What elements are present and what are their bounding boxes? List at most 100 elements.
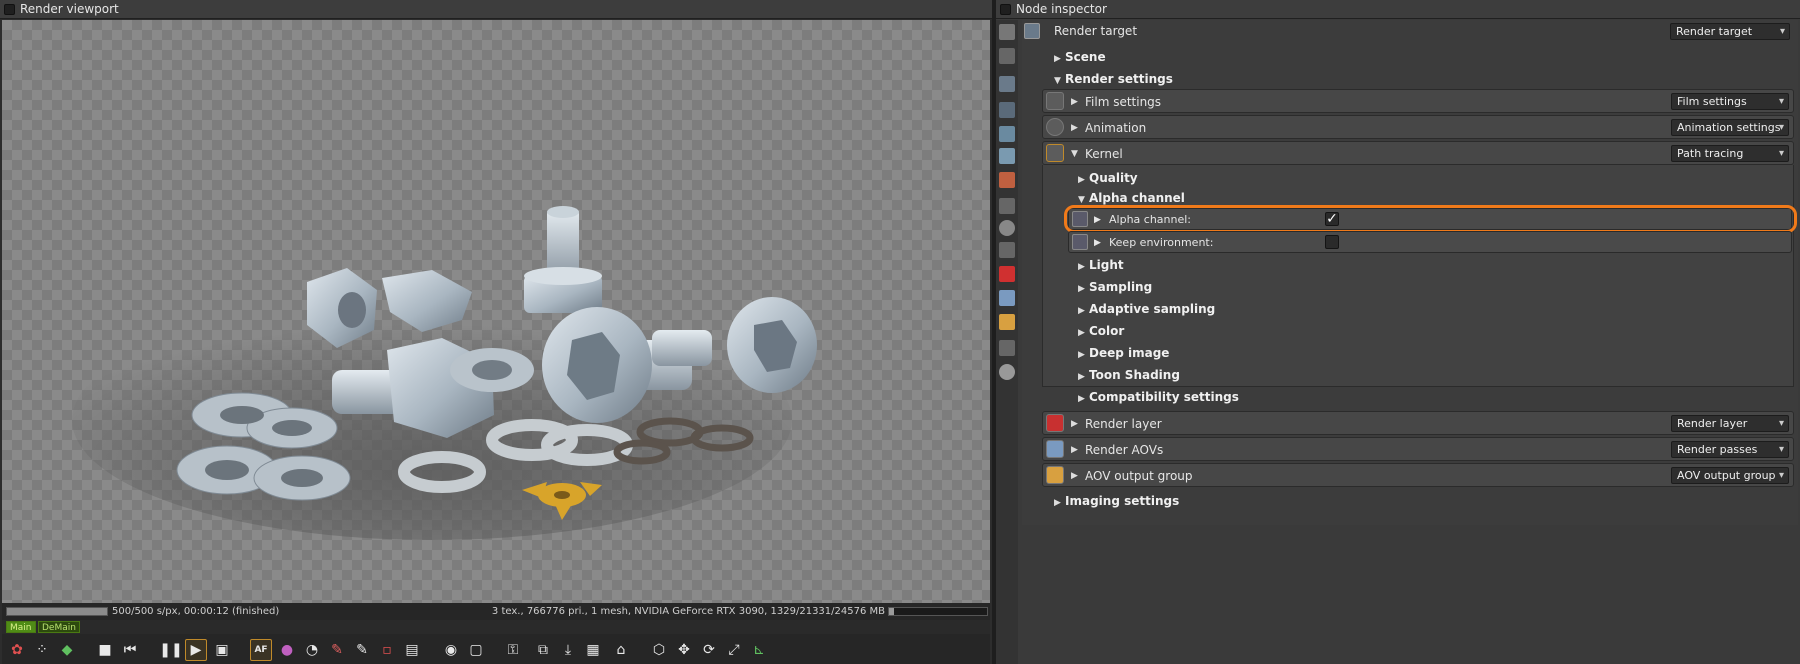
white-balance-picker-icon[interactable]: ✎ xyxy=(326,639,348,661)
tab-main[interactable]: Main xyxy=(6,621,36,633)
rotate-icon[interactable]: ⟳ xyxy=(698,639,720,661)
memory-usage-bar xyxy=(888,607,988,616)
collapse-icon[interactable] xyxy=(999,48,1015,64)
group-light[interactable]: ▶ Light xyxy=(1078,254,1124,276)
film-region-icon[interactable]: ▢ xyxy=(465,639,487,661)
group-toon-shading-label: Toon Shading xyxy=(1089,368,1180,382)
expand-all-icon[interactable] xyxy=(999,24,1015,40)
box-icon[interactable]: ⬡ xyxy=(648,639,670,661)
group-color[interactable]: ▶ Color xyxy=(1078,320,1124,342)
film-settings-icon xyxy=(1046,92,1064,110)
group-compatibility[interactable]: ▶ Compatibility settings xyxy=(1078,386,1239,408)
section-imaging-settings[interactable]: ▶ Imaging settings xyxy=(1054,490,1179,512)
group-alpha-channel-label: Alpha channel xyxy=(1089,191,1185,205)
node-aov-output-group[interactable]: ▶ AOV output group AOV output group xyxy=(1042,463,1794,487)
object-picker-icon[interactable]: ▫ xyxy=(376,639,398,661)
render-passes-dropdown[interactable]: Render passes xyxy=(1671,441,1789,458)
viewport-toolbar: ✿ ⁘ ◆ ■ ⏮ ❚❚ ▶ ▣ AF ● ◔ ✎ ✎ ▫ ▤ ◉ ▢ ⚿ ⧉ … xyxy=(2,634,990,664)
keep-environment-checkbox[interactable] xyxy=(1325,235,1339,249)
expand-arrow-icon: ▶ xyxy=(1054,54,1061,64)
expand-arrow-icon: ▶ xyxy=(1078,328,1085,338)
inspector-quick-access-bar xyxy=(996,20,1018,664)
group-quality-label: Quality xyxy=(1089,171,1138,185)
environment-icon[interactable] xyxy=(999,148,1015,164)
panel-menu-icon[interactable] xyxy=(1000,4,1011,15)
film-settings-icon[interactable] xyxy=(999,198,1015,214)
display-icon[interactable]: ▣ xyxy=(211,639,233,661)
postprocess-icon[interactable] xyxy=(999,364,1015,380)
camera-icon[interactable] xyxy=(999,102,1015,118)
start-icon[interactable]: ▶ xyxy=(185,639,207,661)
rendered-bolts-image xyxy=(72,206,817,540)
keep-environment-label: Keep environment: xyxy=(1109,236,1214,249)
focus-picker-icon[interactable]: ◔ xyxy=(301,639,323,661)
aov-output-dropdown[interactable]: AOV output group xyxy=(1671,467,1789,484)
expand-arrow-icon: ▶ xyxy=(1071,123,1078,133)
render-target-icon[interactable] xyxy=(999,76,1015,92)
kernel-type-dropdown[interactable]: Path tracing xyxy=(1671,145,1789,162)
tab-demain[interactable]: DeMain xyxy=(38,621,80,633)
pin-attribute-icon[interactable] xyxy=(1072,234,1088,250)
attr-keep-environment: ▶ Keep environment: xyxy=(1068,231,1792,253)
render-target-label: Render target xyxy=(1054,24,1138,38)
node-animation-label: Animation xyxy=(1085,121,1147,135)
node-aov-output-label: AOV output group xyxy=(1085,469,1193,483)
restart-icon[interactable]: ⏮ xyxy=(119,639,141,661)
material-picker-icon[interactable]: ✎ xyxy=(351,639,373,661)
inspector-title-bar: Node inspector xyxy=(996,0,1800,19)
aov-output-icon[interactable] xyxy=(999,314,1015,330)
clay-mode-icon[interactable]: ✿ xyxy=(6,639,28,661)
group-adaptive-sampling[interactable]: ▶ Adaptive sampling xyxy=(1078,298,1215,320)
save-icon[interactable]: ⤓ xyxy=(557,639,579,661)
animation-icon[interactable] xyxy=(999,220,1015,236)
animation-settings-dropdown[interactable]: Animation settings xyxy=(1671,119,1789,136)
node-film-settings[interactable]: ▶ Film settings Film settings xyxy=(1042,89,1794,113)
lock-icon[interactable]: ⚿ xyxy=(502,639,524,661)
gizmo-icon[interactable]: ⊾ xyxy=(748,639,770,661)
node-render-layer[interactable]: ▶ Render layer Render layer xyxy=(1042,411,1794,435)
imaging-icon[interactable] xyxy=(999,340,1015,356)
node-render-aovs[interactable]: ▶ Render AOVs Render passes xyxy=(1042,437,1794,461)
render-progress-bar xyxy=(6,607,108,616)
section-scene[interactable]: ▶ Scene xyxy=(1054,46,1106,68)
zoom-icon[interactable]: ⤢ xyxy=(723,639,745,661)
group-deep-image[interactable]: ▶ Deep image xyxy=(1078,342,1169,364)
pause-icon[interactable]: ❚❚ xyxy=(159,639,182,661)
panel-menu-icon[interactable] xyxy=(4,4,15,15)
expand-arrow-icon: ▶ xyxy=(1078,262,1085,272)
render-region-icon[interactable]: ◉ xyxy=(440,639,462,661)
film-settings-dropdown[interactable]: Film settings xyxy=(1671,93,1789,110)
kernel-icon[interactable] xyxy=(999,242,1015,258)
camera-target-icon[interactable]: ▤ xyxy=(401,639,423,661)
expand-arrow-icon: ▶ xyxy=(1078,394,1085,404)
node-animation[interactable]: ▶ Animation Animation settings xyxy=(1042,115,1794,139)
expand-arrow-icon: ▶ xyxy=(1078,350,1085,360)
render-image[interactable] xyxy=(2,20,990,603)
group-quality[interactable]: ▶ Quality xyxy=(1078,167,1138,189)
expand-arrow-icon: ▶ xyxy=(1078,372,1085,382)
picker-icon[interactable]: ● xyxy=(276,639,298,661)
color-icon[interactable]: ◆ xyxy=(56,639,78,661)
group-compatibility-label: Compatibility settings xyxy=(1089,390,1239,404)
stop-icon[interactable]: ■ xyxy=(94,639,116,661)
render-layer-dropdown[interactable]: Render layer xyxy=(1671,415,1789,432)
render-aovs-icon[interactable] xyxy=(999,290,1015,306)
expand-arrow-icon[interactable]: ▶ xyxy=(1094,232,1101,254)
group-sampling[interactable]: ▶ Sampling xyxy=(1078,276,1152,298)
expand-arrow-icon: ▶ xyxy=(1071,471,1078,481)
material-icon[interactable] xyxy=(999,172,1015,188)
af-icon[interactable]: AF xyxy=(250,639,272,661)
geometry-icon[interactable] xyxy=(999,126,1015,142)
cubes-icon[interactable]: ▦ xyxy=(582,639,604,661)
move-icon[interactable]: ✥ xyxy=(673,639,695,661)
group-toon-shading[interactable]: ▶ Toon Shading xyxy=(1078,364,1180,386)
render-layer-icon[interactable] xyxy=(999,266,1015,282)
node-kernel[interactable]: ▼ Kernel Path tracing xyxy=(1042,141,1794,165)
node-render-layer-label: Render layer xyxy=(1085,417,1162,431)
copy-icon[interactable]: ⧉ xyxy=(532,639,554,661)
render-target-dropdown[interactable]: Render target xyxy=(1670,23,1790,40)
viewport-tabs: Main DeMain xyxy=(2,620,990,634)
region-icon[interactable]: ⁘ xyxy=(31,639,53,661)
lock-camera-icon[interactable]: ⌂ xyxy=(610,639,632,661)
section-render-settings[interactable]: ▼ Render settings xyxy=(1054,68,1173,90)
